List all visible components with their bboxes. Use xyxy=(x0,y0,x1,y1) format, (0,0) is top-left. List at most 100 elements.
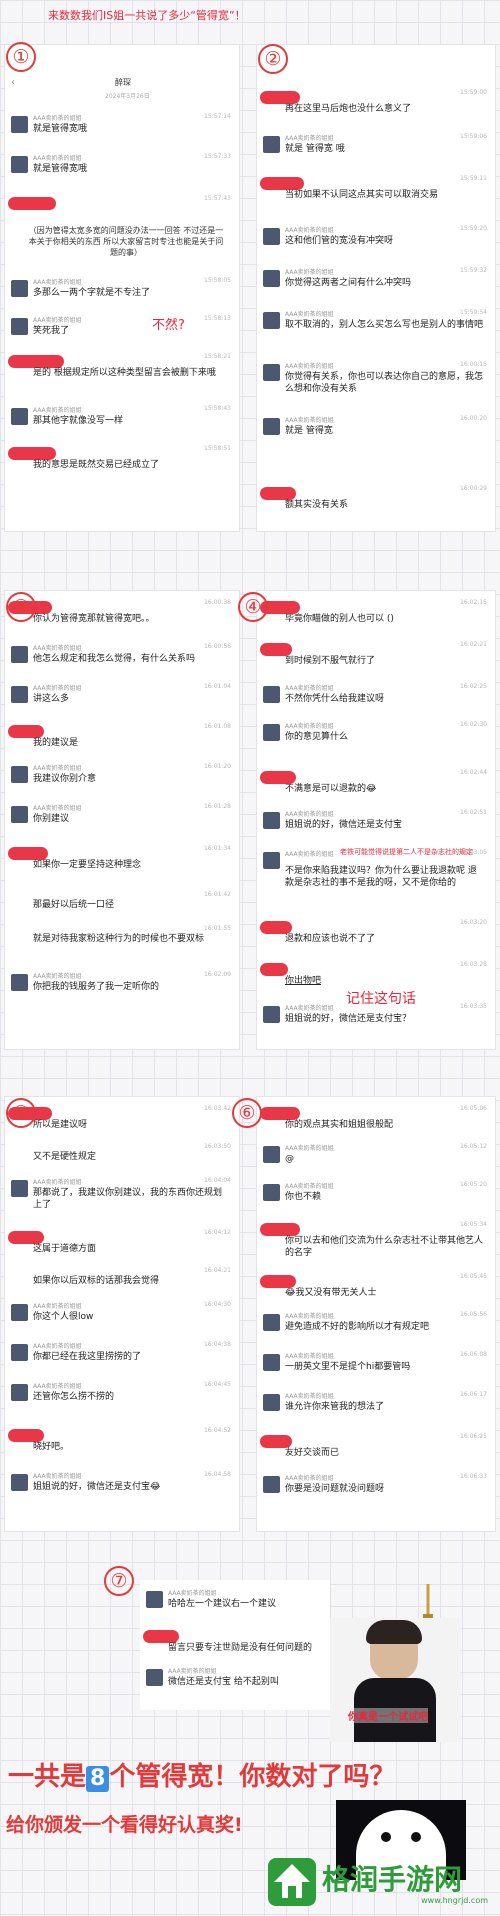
message-time: 15:57:14 xyxy=(204,113,231,120)
message-time: 16:03:35 xyxy=(460,1003,487,1010)
message-text: @ xyxy=(285,1154,294,1164)
message-5-6: AAA卖奶茶的姐姐 16:04:30 你这个人很low xyxy=(11,1301,233,1331)
message-6-7: AAA卖奶茶的姐姐 16:06:08 一册英文里不是提个hi都要管吗 xyxy=(263,1351,489,1381)
avatar xyxy=(263,418,280,435)
sender-name: AAA卖奶茶的姐姐 xyxy=(285,1005,334,1012)
annotation-text: 不然? xyxy=(152,318,185,333)
message-text: 毕竟你瞄做的别人也可以 () xyxy=(285,614,394,624)
chat-panel-2: 15:59:00 再在这里马后炮也没什么意义了 AAA卖奶茶的姐姐 15:59:… xyxy=(256,44,496,532)
message-text: 你可以去和他们交流为什么杂志社不让带其他艺人的名字 xyxy=(285,1236,484,1258)
message-time: 16:03:42 xyxy=(204,1105,231,1112)
sender-name: AAA卖奶茶的姐姐 xyxy=(33,317,82,324)
sender-name: AAA卖奶茶的姐姐 xyxy=(168,1668,217,1675)
message-time: 16:06:25 xyxy=(460,1433,487,1440)
avatar xyxy=(263,812,280,829)
panel-number-badge: ① xyxy=(6,42,36,72)
sender-name: AAA卖奶茶的姐姐 xyxy=(285,1183,334,1190)
message-4-4: AAA卖奶茶的姐姐 16:02:30 你的意见算什么 xyxy=(263,721,489,751)
message-time: 16:02:21 xyxy=(460,641,487,648)
message-text: 你这个人很low xyxy=(33,1312,94,1322)
message-text: 到时候别不服气就行了 xyxy=(285,656,376,666)
message-time: 16:01:04 xyxy=(204,683,231,690)
message-time: 15:58:21 xyxy=(204,353,231,360)
person-photo: 你真是一个试试吧 xyxy=(330,1618,460,1742)
message-time: 15:58:51 xyxy=(204,445,231,452)
message-time: 16:02:25 xyxy=(460,683,487,690)
chat-title: 醉琛 xyxy=(115,78,131,87)
message-3-2: AAA卖奶茶的姐姐 16:00:56 他怎么规定和我怎么觉得，有什么关系吗 xyxy=(11,643,233,673)
message-6-5: 16:05:45 😂我又没有带无关人士 xyxy=(260,1273,489,1303)
message-text: 退款和应该也说不了了 xyxy=(285,934,376,944)
message-5-7: AAA卖奶茶的姐姐 16:04:38 你都已经在我这里捞捞的了 xyxy=(11,1341,233,1371)
message-time: 16:01:08 xyxy=(204,723,231,730)
watermark-url: www.hngrjd.com xyxy=(421,1896,488,1905)
chat-panel-3: 16:00:38 你认为管得宽那就管得宽吧。。 AAA卖奶茶的姐姐 16:00:… xyxy=(4,590,240,1050)
panel-number-badge: ⑤ xyxy=(6,1098,36,1128)
message-text: 那最好以后统一口径 xyxy=(33,900,115,910)
message-3-5: AAA卖奶茶的姐姐 16:01:20 我建议你别介意 xyxy=(11,763,233,793)
message-text: 他怎么规定和我怎么觉得，有什么关系吗 xyxy=(33,654,196,664)
message-time: 16:02:51 xyxy=(460,809,487,816)
sender-name: AAA卖奶茶的姐姐 xyxy=(285,1353,334,1360)
number-badge: 8 xyxy=(86,1766,110,1792)
sender-name: AAA卖奶茶的姐姐 xyxy=(285,1393,334,1400)
back-chevron-icon[interactable]: ‹ xyxy=(11,77,15,88)
message-text: 那其他字就像没写一样 xyxy=(33,416,124,426)
message-7-2: 留言只要专注世勋是没有任何问题的 xyxy=(143,1628,324,1658)
message-time: 16:03:20 xyxy=(460,919,487,926)
message-text: 额其实没有关系 xyxy=(285,500,349,510)
message-text: 不满意是可以退款的😂 xyxy=(285,784,377,794)
message-time: 16:04:12 xyxy=(204,1229,231,1236)
message-7-3: AAA卖奶茶的姐姐 微信还是支付宝 给不起别叫 xyxy=(146,1666,324,1696)
message-text: 所以是建议呀 xyxy=(33,1120,88,1130)
message-1-6: AAA卖奶茶的姐姐 15:58:13 笑死我了 xyxy=(11,315,233,345)
avatar xyxy=(146,1669,163,1686)
message-text: 谁允许你来管我的想法了 xyxy=(285,1402,385,1412)
message-time: 16:02:15 xyxy=(460,599,487,606)
message-time: 15:58:43 xyxy=(204,405,231,412)
message-3-3: AAA卖奶茶的姐姐 16:01:04 讲这么多 xyxy=(11,683,233,713)
message-5-8: AAA卖奶茶的姐姐 16:04:45 还管你怎么捞不捞的 xyxy=(11,1381,233,1411)
header-annotation: 来数数我们IS姐一共说了多少“管得宽”！ xyxy=(48,9,246,22)
message-text: 你也不赖 xyxy=(285,1192,322,1202)
sender-name: AAA卖奶茶的姐姐 xyxy=(33,115,82,122)
message-time: 16:05:56 xyxy=(460,1311,487,1318)
message-2-2: AAA卖奶茶的姐姐 15:59:06 就是 管得宽 哦 xyxy=(263,133,489,163)
sender-name: AAA卖奶茶的姐姐 xyxy=(285,311,334,318)
avatar xyxy=(11,280,28,297)
message-time: 16:04:38 xyxy=(204,1341,231,1348)
message-5-9: 16:04:52 晓好吧。 xyxy=(8,1427,233,1457)
message-4-2: 16:02:21 到时候别不服气就行了 xyxy=(260,641,489,671)
message-text: 就是对待我家粉这种行为的时候也不要双标 xyxy=(33,934,205,944)
sender-name: AAA卖奶茶的姐姐 xyxy=(285,269,334,276)
message-text: 你的意见算什么 xyxy=(285,732,349,742)
avatar xyxy=(11,1180,28,1197)
message-time: 16:01:20 xyxy=(204,763,231,770)
message-text: 姐姐说的好，微信还是支付宝😂 xyxy=(33,1482,161,1492)
message-text: 讲这么多 xyxy=(33,694,70,704)
message-6-2: AAA卖奶茶的姐姐 16:05:12 @ xyxy=(263,1143,489,1173)
avatar xyxy=(263,1184,280,1201)
message-text: 微信还是支付宝 给不起别叫 xyxy=(168,1677,279,1687)
message-text: 😂我又没有带无关人士 xyxy=(285,1288,377,1298)
sender-name: AAA卖奶茶的姐姐 xyxy=(33,973,82,980)
big-question-pre: 一共是 xyxy=(8,1762,87,1792)
sender-name: AAA卖奶茶的姐姐 xyxy=(285,685,334,692)
message-time: 16:05:34 xyxy=(460,1221,487,1228)
message-time: 16:00:15 xyxy=(460,361,487,368)
avatar xyxy=(263,228,280,245)
message-time: 16:05:20 xyxy=(460,1181,487,1188)
message-2-9: 16:00:29 额其实没有关系 xyxy=(260,485,489,519)
message-3-9: 16:01:55 就是对待我家粉这种行为的时候也不要双标 xyxy=(11,925,233,961)
avatar xyxy=(263,1476,280,1493)
chat-panel-4: 16:02:15 毕竟你瞄做的别人也可以 () 16:02:21 到时候别不服气… xyxy=(256,590,496,1050)
message-time: 16:00:20 xyxy=(460,415,487,422)
message-4-3: AAA卖奶茶的姐姐 16:02:25 不然你凭什么给我建议呀 xyxy=(263,683,489,713)
avatar xyxy=(11,318,28,335)
message-text: 你觉得这两者之间有什么冲突吗 xyxy=(285,278,412,288)
message-text: 还管你怎么捞不捞的 xyxy=(33,1392,115,1402)
avatar xyxy=(11,156,28,173)
message-text: 笑死我了 xyxy=(33,326,70,336)
message-time: 15:59:11 xyxy=(460,175,487,182)
message-time: 16:01:34 xyxy=(204,845,231,852)
